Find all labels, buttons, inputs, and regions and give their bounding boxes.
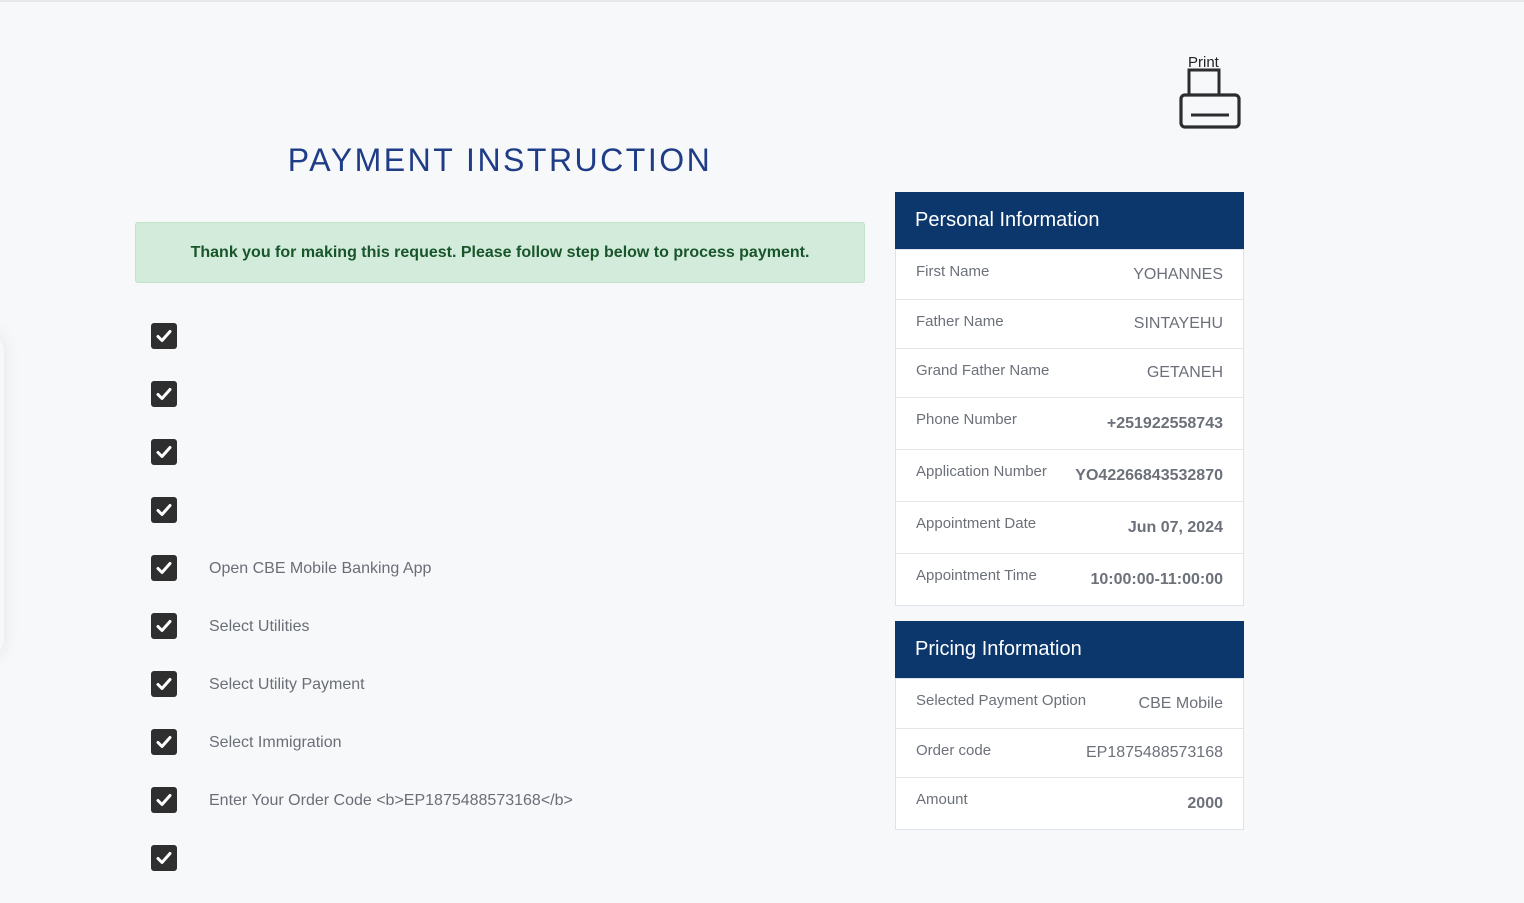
row-value: 10:00:00-11:00:00 bbox=[1090, 570, 1223, 588]
info-row-first-name: First Name YOHANNES bbox=[896, 249, 1243, 299]
row-value: YO42266843532870 bbox=[1075, 466, 1223, 484]
row-label: Appointment Time bbox=[916, 567, 1037, 584]
row-label: First Name bbox=[916, 263, 990, 280]
step-text: Select Utilities bbox=[209, 618, 310, 635]
step-text: Select Immigration bbox=[209, 734, 342, 751]
row-value: CBE Mobile bbox=[1138, 694, 1223, 712]
check-icon[interactable] bbox=[151, 439, 177, 465]
step-item: Select Utilities bbox=[151, 613, 573, 671]
step-item: Select Utility Payment bbox=[151, 671, 573, 729]
row-label: Amount bbox=[916, 791, 968, 808]
personal-info-panel: Personal Information First Name YOHANNES… bbox=[895, 192, 1244, 606]
row-value: SINTAYEHU bbox=[1133, 315, 1223, 332]
row-value: EP1875488573168 bbox=[1085, 744, 1223, 761]
step-item bbox=[151, 323, 573, 381]
step-item: Open CBE Mobile Banking App bbox=[151, 555, 573, 613]
row-value: 2000 bbox=[1187, 794, 1223, 812]
check-icon[interactable] bbox=[151, 845, 177, 871]
step-item bbox=[151, 845, 573, 903]
row-label: Father Name bbox=[916, 313, 1004, 330]
pricing-info-panel: Pricing Information Selected Payment Opt… bbox=[895, 621, 1244, 830]
pricing-info-title: Pricing Information bbox=[895, 621, 1244, 678]
check-icon[interactable] bbox=[151, 613, 177, 639]
success-alert: Thank you for making this request. Pleas… bbox=[135, 222, 865, 283]
print-button[interactable]: Print bbox=[1176, 54, 1246, 134]
check-icon[interactable] bbox=[151, 381, 177, 407]
info-row-father-name: Father Name SINTAYEHU bbox=[896, 299, 1243, 348]
check-icon[interactable] bbox=[151, 497, 177, 523]
pricing-row-payment-option: Selected Payment Option CBE Mobile bbox=[896, 678, 1243, 728]
step-item bbox=[151, 497, 573, 555]
check-icon[interactable] bbox=[151, 555, 177, 581]
step-text: Open CBE Mobile Banking App bbox=[209, 560, 432, 577]
row-label: Application Number bbox=[916, 463, 1047, 480]
row-label: Phone Number bbox=[916, 411, 1017, 428]
info-row-appointment-time: Appointment Time 10:00:00-11:00:00 bbox=[896, 553, 1243, 605]
info-row-appointment-date: Appointment Date Jun 07, 2024 bbox=[896, 501, 1243, 553]
payment-steps-list: Open CBE Mobile Banking App Select Utili… bbox=[151, 323, 573, 903]
row-value: YOHANNES bbox=[1133, 265, 1223, 283]
check-icon[interactable] bbox=[151, 671, 177, 697]
step-item bbox=[151, 439, 573, 497]
step-text: Select Utility Payment bbox=[209, 676, 365, 693]
row-label: Grand Father Name bbox=[916, 362, 1050, 379]
info-row-phone-number: Phone Number +251922558743 bbox=[896, 397, 1243, 449]
step-text: Enter Your Order Code <b>EP1875488573168… bbox=[209, 792, 573, 809]
step-item bbox=[151, 381, 573, 439]
row-label: Selected Payment Option bbox=[916, 692, 1087, 709]
top-divider bbox=[0, 0, 1524, 2]
row-label: Appointment Date bbox=[916, 515, 1037, 532]
step-item: Select Immigration bbox=[151, 729, 573, 787]
row-value: +251922558743 bbox=[1106, 414, 1223, 432]
side-drawer-edge bbox=[0, 330, 4, 660]
printer-icon bbox=[1179, 68, 1241, 129]
alert-message: Thank you for making this request. Pleas… bbox=[190, 243, 810, 261]
check-icon[interactable] bbox=[151, 729, 177, 755]
check-icon[interactable] bbox=[151, 787, 177, 813]
step-item: Enter Your Order Code <b>EP1875488573168… bbox=[151, 787, 573, 845]
row-label: Order code bbox=[916, 742, 992, 759]
info-row-grand-father-name: Grand Father Name GETANEH bbox=[896, 348, 1243, 397]
pricing-row-amount: Amount 2000 bbox=[896, 777, 1243, 829]
pricing-row-order-code: Order code EP1875488573168 bbox=[896, 728, 1243, 777]
info-row-application-number: Application Number YO42266843532870 bbox=[896, 449, 1243, 501]
personal-info-title: Personal Information bbox=[895, 192, 1244, 249]
check-icon[interactable] bbox=[151, 323, 177, 349]
page-title: PAYMENT INSTRUCTION bbox=[287, 142, 713, 178]
row-value: Jun 07, 2024 bbox=[1127, 518, 1223, 536]
row-value: GETANEH bbox=[1146, 364, 1223, 381]
